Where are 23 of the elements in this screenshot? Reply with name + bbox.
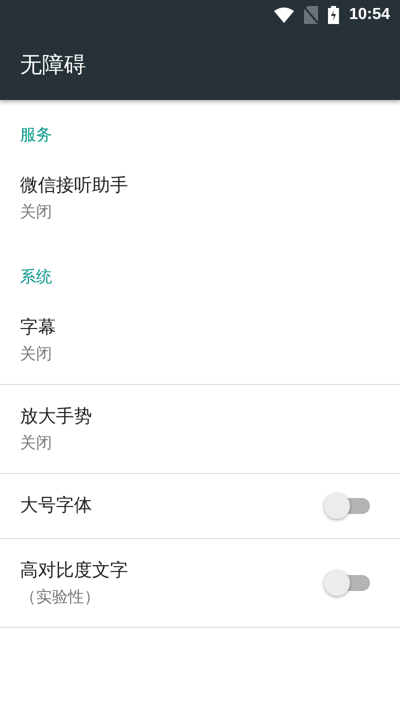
settings-item[interactable]: 微信接听助手 关闭: [0, 154, 400, 242]
battery-charging-icon: [328, 6, 340, 24]
item-summary: 关闭: [20, 201, 53, 223]
item-title: 高对比度文字: [20, 559, 129, 583]
section-header: 服务: [19, 124, 53, 146]
toggle-switch[interactable]: [324, 570, 370, 596]
item-title: 大号字体: [20, 494, 93, 518]
settings-item[interactable]: 字幕 关闭: [0, 296, 400, 385]
page-title: 无障碍: [20, 52, 86, 80]
settings-item[interactable]: 放大手势 关闭: [0, 385, 400, 474]
section-header: 系统: [19, 266, 53, 288]
settings-item[interactable]: 大号字体: [0, 474, 400, 539]
clock: 10:54: [349, 6, 390, 24]
settings-item[interactable]: 高对比度文字 （实验性）: [0, 539, 400, 628]
item-summary: 关闭: [20, 343, 53, 365]
item-title: 字幕: [20, 316, 57, 340]
item-title: 放大手势: [20, 405, 93, 429]
item-summary: 关闭: [20, 432, 53, 454]
no-sim-icon: [304, 6, 318, 24]
toggle-switch[interactable]: [324, 493, 370, 519]
item-title: 微信接听助手: [20, 174, 129, 198]
item-summary: （实验性）: [20, 586, 101, 608]
wifi-icon: [274, 7, 294, 23]
